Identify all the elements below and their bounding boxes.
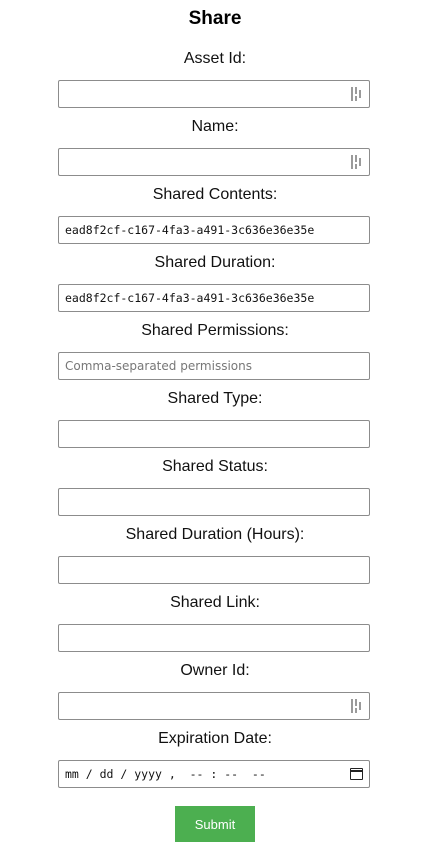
shared-status-label: Shared Status: xyxy=(162,458,268,475)
shared-contents-label: Shared Contents: xyxy=(152,186,278,203)
shared-type-label: Shared Type: xyxy=(167,390,263,407)
shared-type-input[interactable] xyxy=(58,420,370,448)
asset-id-input[interactable] xyxy=(58,80,370,108)
shared-contents-input[interactable]: ead8f2cf-c167-4fa3-a491-3c636e36e35e xyxy=(58,216,370,244)
submit-button[interactable]: Submit xyxy=(175,806,255,842)
calendar-icon[interactable] xyxy=(350,768,363,780)
password-manager-icon[interactable] xyxy=(351,87,363,101)
owner-id-label: Owner Id: xyxy=(180,662,250,679)
shared-duration-hours-label: Shared Duration (Hours): xyxy=(125,526,305,543)
shared-permissions-input[interactable]: Comma-separated permissions xyxy=(58,352,370,380)
password-manager-icon[interactable] xyxy=(351,155,363,169)
owner-id-input[interactable] xyxy=(58,692,370,720)
page-title: Share xyxy=(188,8,242,29)
expiration-date-input[interactable]: mm / dd / yyyy , -- : -- -- xyxy=(58,760,370,788)
name-input[interactable] xyxy=(58,148,370,176)
asset-id-label: Asset Id: xyxy=(183,50,247,67)
shared-contents-value: ead8f2cf-c167-4fa3-a491-3c636e36e35e xyxy=(65,223,315,237)
shared-duration-hours-input[interactable] xyxy=(58,556,370,584)
shared-link-label: Shared Link: xyxy=(170,594,260,611)
name-label: Name: xyxy=(191,118,239,135)
expiration-date-placeholder: mm / dd / yyyy , -- : -- -- xyxy=(65,767,266,781)
shared-duration-value: ead8f2cf-c167-4fa3-a491-3c636e36e35e xyxy=(65,291,315,305)
shared-permissions-placeholder: Comma-separated permissions xyxy=(65,359,252,373)
shared-status-input[interactable] xyxy=(58,488,370,516)
password-manager-icon[interactable] xyxy=(351,699,363,713)
shared-link-input[interactable] xyxy=(58,624,370,652)
shared-permissions-label: Shared Permissions: xyxy=(141,322,289,339)
shared-duration-label: Shared Duration: xyxy=(154,254,276,271)
shared-duration-input[interactable]: ead8f2cf-c167-4fa3-a491-3c636e36e35e xyxy=(58,284,370,312)
expiration-date-label: Expiration Date: xyxy=(158,730,272,747)
